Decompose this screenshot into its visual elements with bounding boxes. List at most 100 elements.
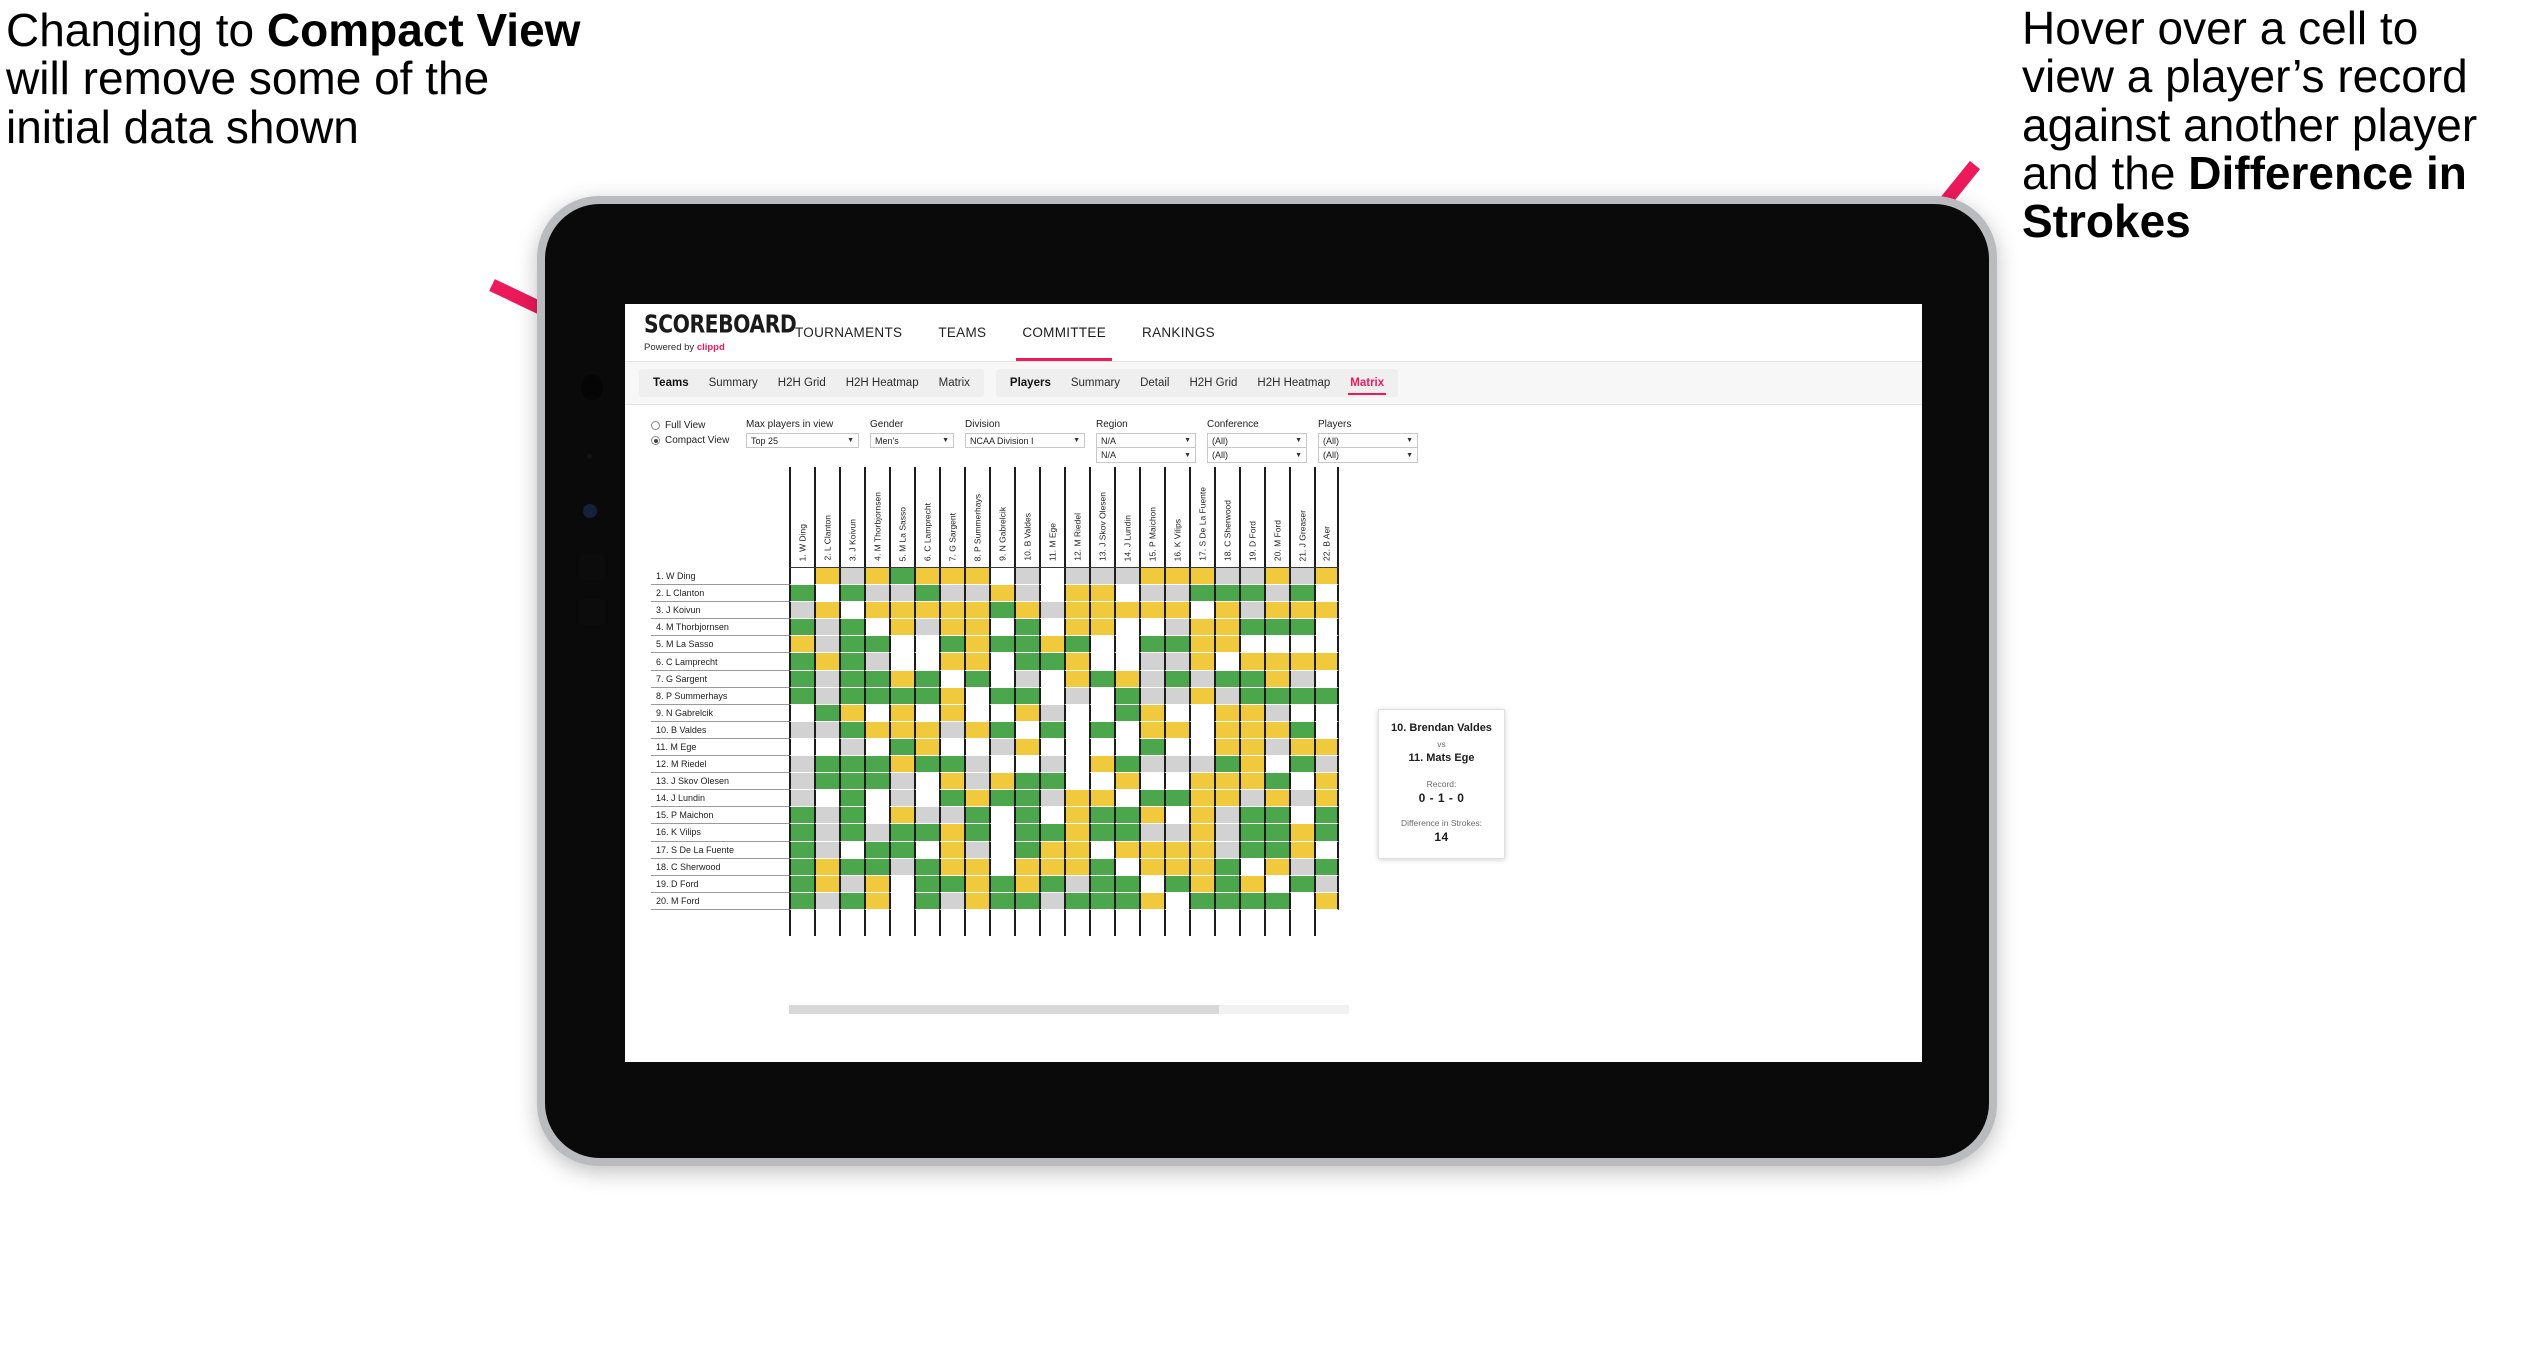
matrix-cell[interactable] [1139,790,1164,808]
matrix-cell[interactable] [889,892,914,910]
matrix-cell[interactable] [989,602,1014,620]
matrix-cell[interactable] [1089,602,1114,620]
matrix-cell[interactable] [1189,619,1214,637]
matrix-cell[interactable] [914,568,939,586]
matrix-cell[interactable] [1264,858,1289,876]
matrix-cell[interactable] [889,807,914,825]
matrix-cell[interactable] [1164,858,1189,876]
matrix-cell[interactable] [1114,738,1139,757]
matrix-cell[interactable] [914,687,939,705]
matrix-cell[interactable] [839,585,864,603]
matrix-cell[interactable] [789,670,814,688]
matrix-cell[interactable] [1064,602,1089,620]
matrix-cell[interactable] [964,807,989,825]
matrix-cell[interactable] [1189,636,1214,654]
matrix-cell[interactable] [1089,670,1114,688]
matrix-cell[interactable] [1289,824,1314,842]
matrix-cell[interactable] [814,892,839,910]
matrix-cell[interactable] [789,841,814,859]
matrix-cell[interactable] [1264,790,1289,808]
matrix-cell[interactable] [1064,756,1089,774]
matrix-cell[interactable] [1039,858,1064,876]
matrix-cell[interactable] [1114,841,1139,859]
matrix-cell[interactable] [914,790,939,808]
matrix-cell[interactable] [839,824,864,842]
matrix-cell[interactable] [1314,773,1339,791]
matrix-cell[interactable] [914,585,939,603]
matrix-cell[interactable] [814,875,839,893]
filter-players-select-1[interactable]: (All) ▼ [1318,433,1418,448]
matrix-cell[interactable] [1139,636,1164,654]
matrix-cell[interactable] [1014,568,1039,586]
matrix-cell[interactable] [889,568,914,586]
matrix-cell[interactable] [1264,875,1289,893]
matrix-cell[interactable] [964,721,989,739]
matrix-cell[interactable] [1114,636,1139,654]
matrix-cell[interactable] [839,670,864,688]
subnav-teams-h2h-heatmap[interactable]: H2H Heatmap [836,369,929,397]
matrix-cell[interactable] [789,756,814,774]
matrix-cell[interactable] [789,807,814,825]
matrix-cell[interactable] [789,687,814,705]
matrix-cell[interactable] [1314,738,1339,757]
matrix-cell[interactable] [1089,738,1114,757]
matrix-cell[interactable] [1139,568,1164,586]
matrix-cell[interactable] [989,687,1014,705]
matrix-cell[interactable] [864,670,889,688]
matrix-cell[interactable] [1314,619,1339,637]
matrix-cell[interactable] [1239,790,1264,808]
matrix-cell[interactable] [1089,892,1114,910]
matrix-cell[interactable] [1139,807,1164,825]
matrix-cell[interactable] [839,807,864,825]
matrix-cell[interactable] [864,807,889,825]
matrix-cell[interactable] [1289,773,1314,791]
matrix-cell[interactable] [1164,738,1189,757]
matrix-horizontal-scrollbar[interactable] [789,1005,1349,1014]
matrix-cell[interactable] [964,824,989,842]
matrix-cell[interactable] [1089,721,1114,739]
matrix-cell[interactable] [1164,841,1189,859]
matrix-cell[interactable] [914,738,939,757]
matrix-cell[interactable] [1064,841,1089,859]
matrix-cell[interactable] [914,875,939,893]
matrix-cell[interactable] [989,756,1014,774]
matrix-cell[interactable] [914,841,939,859]
matrix-cell[interactable] [1139,602,1164,620]
matrix-cell[interactable] [939,585,964,603]
matrix-cell[interactable] [914,858,939,876]
matrix-cell[interactable] [1089,773,1114,791]
matrix-cell[interactable] [1039,670,1064,688]
matrix-cell[interactable] [1239,824,1264,842]
matrix-cell[interactable] [839,858,864,876]
matrix-cell[interactable] [1039,653,1064,671]
matrix-cell[interactable] [889,756,914,774]
matrix-cell[interactable] [1114,807,1139,825]
matrix-cell[interactable] [1314,892,1339,910]
matrix-cell[interactable] [1064,875,1089,893]
matrix-cell[interactable] [964,858,989,876]
radio-compact-view[interactable]: Compact View [651,435,746,446]
matrix-cell[interactable] [789,636,814,654]
matrix-cell[interactable] [1314,636,1339,654]
nav-item-committee[interactable]: COMMITTEE [1004,304,1124,361]
matrix-cell[interactable] [1214,636,1239,654]
matrix-cell[interactable] [1164,875,1189,893]
matrix-cell[interactable] [989,824,1014,842]
matrix-cell[interactable] [814,619,839,637]
matrix-cell[interactable] [839,773,864,791]
matrix-cell[interactable] [1189,824,1214,842]
matrix-cell[interactable] [1064,892,1089,910]
matrix-cell[interactable] [1314,807,1339,825]
matrix-cell[interactable] [989,636,1014,654]
matrix-cell[interactable] [1239,568,1264,586]
matrix-cell[interactable] [1114,858,1139,876]
matrix-cell[interactable] [939,875,964,893]
matrix-cell[interactable] [1114,670,1139,688]
matrix-cell[interactable] [1139,875,1164,893]
matrix-cell[interactable] [1239,858,1264,876]
matrix-cell[interactable] [1189,721,1214,739]
matrix-cell[interactable] [939,704,964,722]
matrix-cell[interactable] [1039,807,1064,825]
matrix-cell[interactable] [889,636,914,654]
matrix-cell[interactable] [1014,721,1039,739]
